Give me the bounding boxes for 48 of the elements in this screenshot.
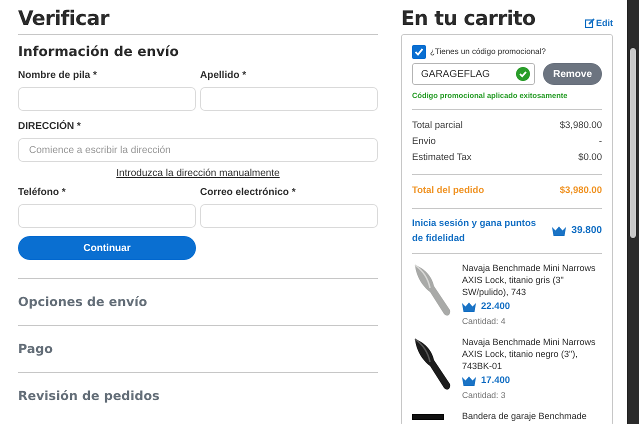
sign-in-link[interactable]: Inicia sesión y gana puntos de fidelidad bbox=[412, 216, 547, 246]
edit-link[interactable]: Edit bbox=[585, 16, 613, 30]
section-heading[interactable]: Pago bbox=[18, 325, 378, 372]
summary-label: Envio bbox=[412, 135, 436, 150]
text-field[interactable] bbox=[18, 87, 196, 112]
quantity: Cantidad: 3 bbox=[462, 388, 506, 402]
scrollbar-thumb[interactable] bbox=[630, 48, 636, 238]
field-label: Nombre de pila * bbox=[18, 69, 98, 84]
section-heading[interactable]: Revisión de pedidos bbox=[18, 372, 378, 420]
summary-value: $0.00 bbox=[578, 151, 602, 166]
field-label: Apellido * bbox=[200, 69, 248, 84]
summary-label: Estimated Tax bbox=[412, 151, 472, 166]
checkbox-label: ¿Tienes un código promocional? bbox=[430, 46, 546, 58]
product-name[interactable]: Bandera de garaje Benchmade bbox=[462, 410, 587, 422]
scrollbar[interactable] bbox=[627, 0, 639, 424]
field-label: DIRECCIÓN * bbox=[18, 119, 82, 134]
total-value: $3,980.00 bbox=[560, 184, 602, 198]
product-name[interactable]: Navaja Benchmade Mini Narrows AXIS Lock, titanio negro (3"), 743BK-01 bbox=[462, 336, 602, 372]
text-field[interactable] bbox=[200, 87, 378, 112]
crown-icon bbox=[462, 376, 476, 386]
continue-button[interactable]: Continuar bbox=[18, 236, 196, 260]
address-field[interactable]: Comience a escribir la dirección bbox=[18, 138, 378, 162]
crown-icon bbox=[462, 302, 476, 312]
page-title: Verificar bbox=[18, 6, 378, 35]
points-value: 22.400 bbox=[481, 300, 510, 314]
text-field[interactable] bbox=[18, 204, 196, 228]
field-label: Teléfono * bbox=[18, 186, 67, 200]
cart-title: En tu carrito bbox=[401, 6, 536, 30]
remove-button[interactable]: Remove bbox=[543, 63, 602, 85]
points-value: 17.400 bbox=[481, 374, 510, 388]
edit-icon bbox=[585, 18, 595, 28]
flag-photo bbox=[412, 414, 444, 420]
manual-address-link[interactable]: Introduzca la dirección manualmente bbox=[116, 168, 280, 180]
checkbox[interactable] bbox=[412, 45, 426, 59]
field-label: Correo electrónico * bbox=[200, 186, 297, 200]
section-heading[interactable]: Opciones de envío bbox=[18, 278, 378, 326]
quantity: Cantidad: 4 bbox=[462, 314, 506, 328]
promo-code: GARAGEFLAG bbox=[421, 68, 490, 82]
summary-label: Total parcial bbox=[412, 119, 463, 134]
summary-value: $3,980.00 bbox=[560, 119, 602, 134]
product-name[interactable]: Navaja Benchmade Mini Narrows AXIS Lock, titanio gris (3" SW/pulido), 743 bbox=[462, 262, 602, 298]
total-label: Total del pedido bbox=[412, 184, 484, 198]
points-value: 39.800 bbox=[571, 224, 602, 238]
summary-value: - bbox=[598, 135, 602, 150]
section-title: Información de envío bbox=[18, 44, 180, 60]
text-field[interactable] bbox=[200, 204, 378, 228]
promo-code-field[interactable]: GARAGEFLAG bbox=[412, 63, 536, 85]
crown-icon bbox=[552, 226, 566, 236]
